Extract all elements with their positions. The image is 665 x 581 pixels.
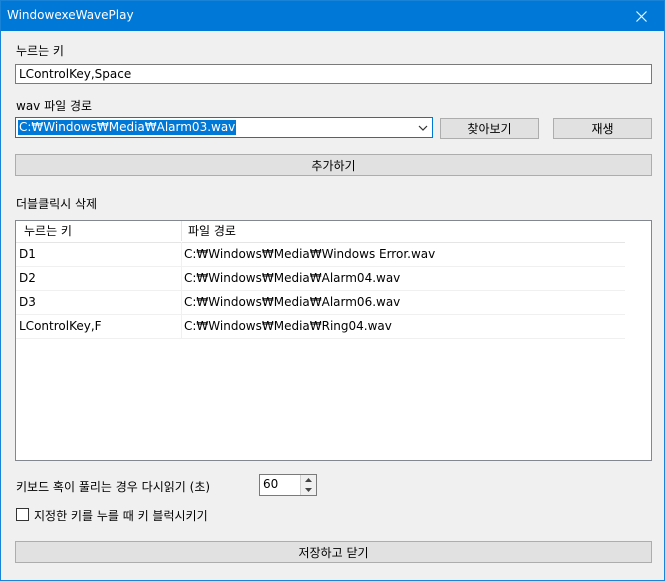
wav-path-selected-value: C:₩Windows₩Media₩Alarm03.wav [18,120,237,135]
list-header: 누르는 키 파일 경로 [16,221,625,243]
block-key-checkbox-label[interactable]: 지정한 키를 누를 때 키 블럭시키기 [34,507,208,524]
row-key: D3 [19,295,36,309]
close-button[interactable] [618,1,664,31]
reread-label: 키보드 혹이 풀리는 경우 다시읽기 (초) [16,480,211,494]
row-path: C:₩Windows₩Media₩Ring04.wav [184,319,392,333]
list-hint: 더블클릭시 삭제 [16,197,98,211]
app-window: WindowexeWavePlay 누르는 키 LControlKey,Spac… [0,0,665,581]
block-key-checkbox[interactable] [16,508,29,521]
row-key: LControlKey,F [19,319,102,333]
row-path: C:₩Windows₩Media₩Windows Error.wav [184,247,436,261]
key-label: 누르는 키 [16,44,64,58]
reread-seconds-stepper[interactable]: 60 [259,474,317,496]
title-bar[interactable]: WindowexeWavePlay [1,1,664,31]
column-header-path[interactable]: 파일 경로 [182,221,625,241]
chevron-down-icon[interactable] [416,121,430,135]
key-sound-list[interactable]: 누르는 키 파일 경로 D1 C:₩Windows₩Media₩Windows … [15,220,652,461]
wav-path-combobox[interactable]: C:₩Windows₩Media₩Alarm03.wav [15,117,433,138]
close-icon [635,10,647,22]
play-button[interactable]: 재생 [553,118,652,139]
window-title: WindowexeWavePlay [7,8,134,22]
add-button[interactable]: 추가하기 [15,154,652,176]
row-path: C:₩Windows₩Media₩Alarm06.wav [184,295,401,309]
browse-button[interactable]: 찾아보기 [440,118,539,139]
row-key: D2 [19,271,36,285]
table-row[interactable]: D2 C:₩Windows₩Media₩Alarm04.wav [16,266,625,291]
row-key: D1 [19,247,36,261]
key-input[interactable]: LControlKey,Space [15,64,652,84]
caret-down-icon [305,488,312,492]
column-header-key[interactable]: 누르는 키 [16,221,182,241]
table-row[interactable]: LControlKey,F C:₩Windows₩Media₩Ring04.wa… [16,314,625,339]
stepper-down-button[interactable] [301,485,316,495]
reread-seconds-value: 60 [263,477,279,491]
save-and-close-button[interactable]: 저장하고 닫기 [15,541,652,563]
wav-path-label: wav 파일 경로 [16,99,93,113]
row-path: C:₩Windows₩Media₩Alarm04.wav [184,271,401,285]
table-row[interactable]: D3 C:₩Windows₩Media₩Alarm06.wav [16,290,625,315]
caret-up-icon [305,478,312,482]
table-row[interactable]: D1 C:₩Windows₩Media₩Windows Error.wav [16,242,625,267]
stepper-buttons [300,475,316,495]
